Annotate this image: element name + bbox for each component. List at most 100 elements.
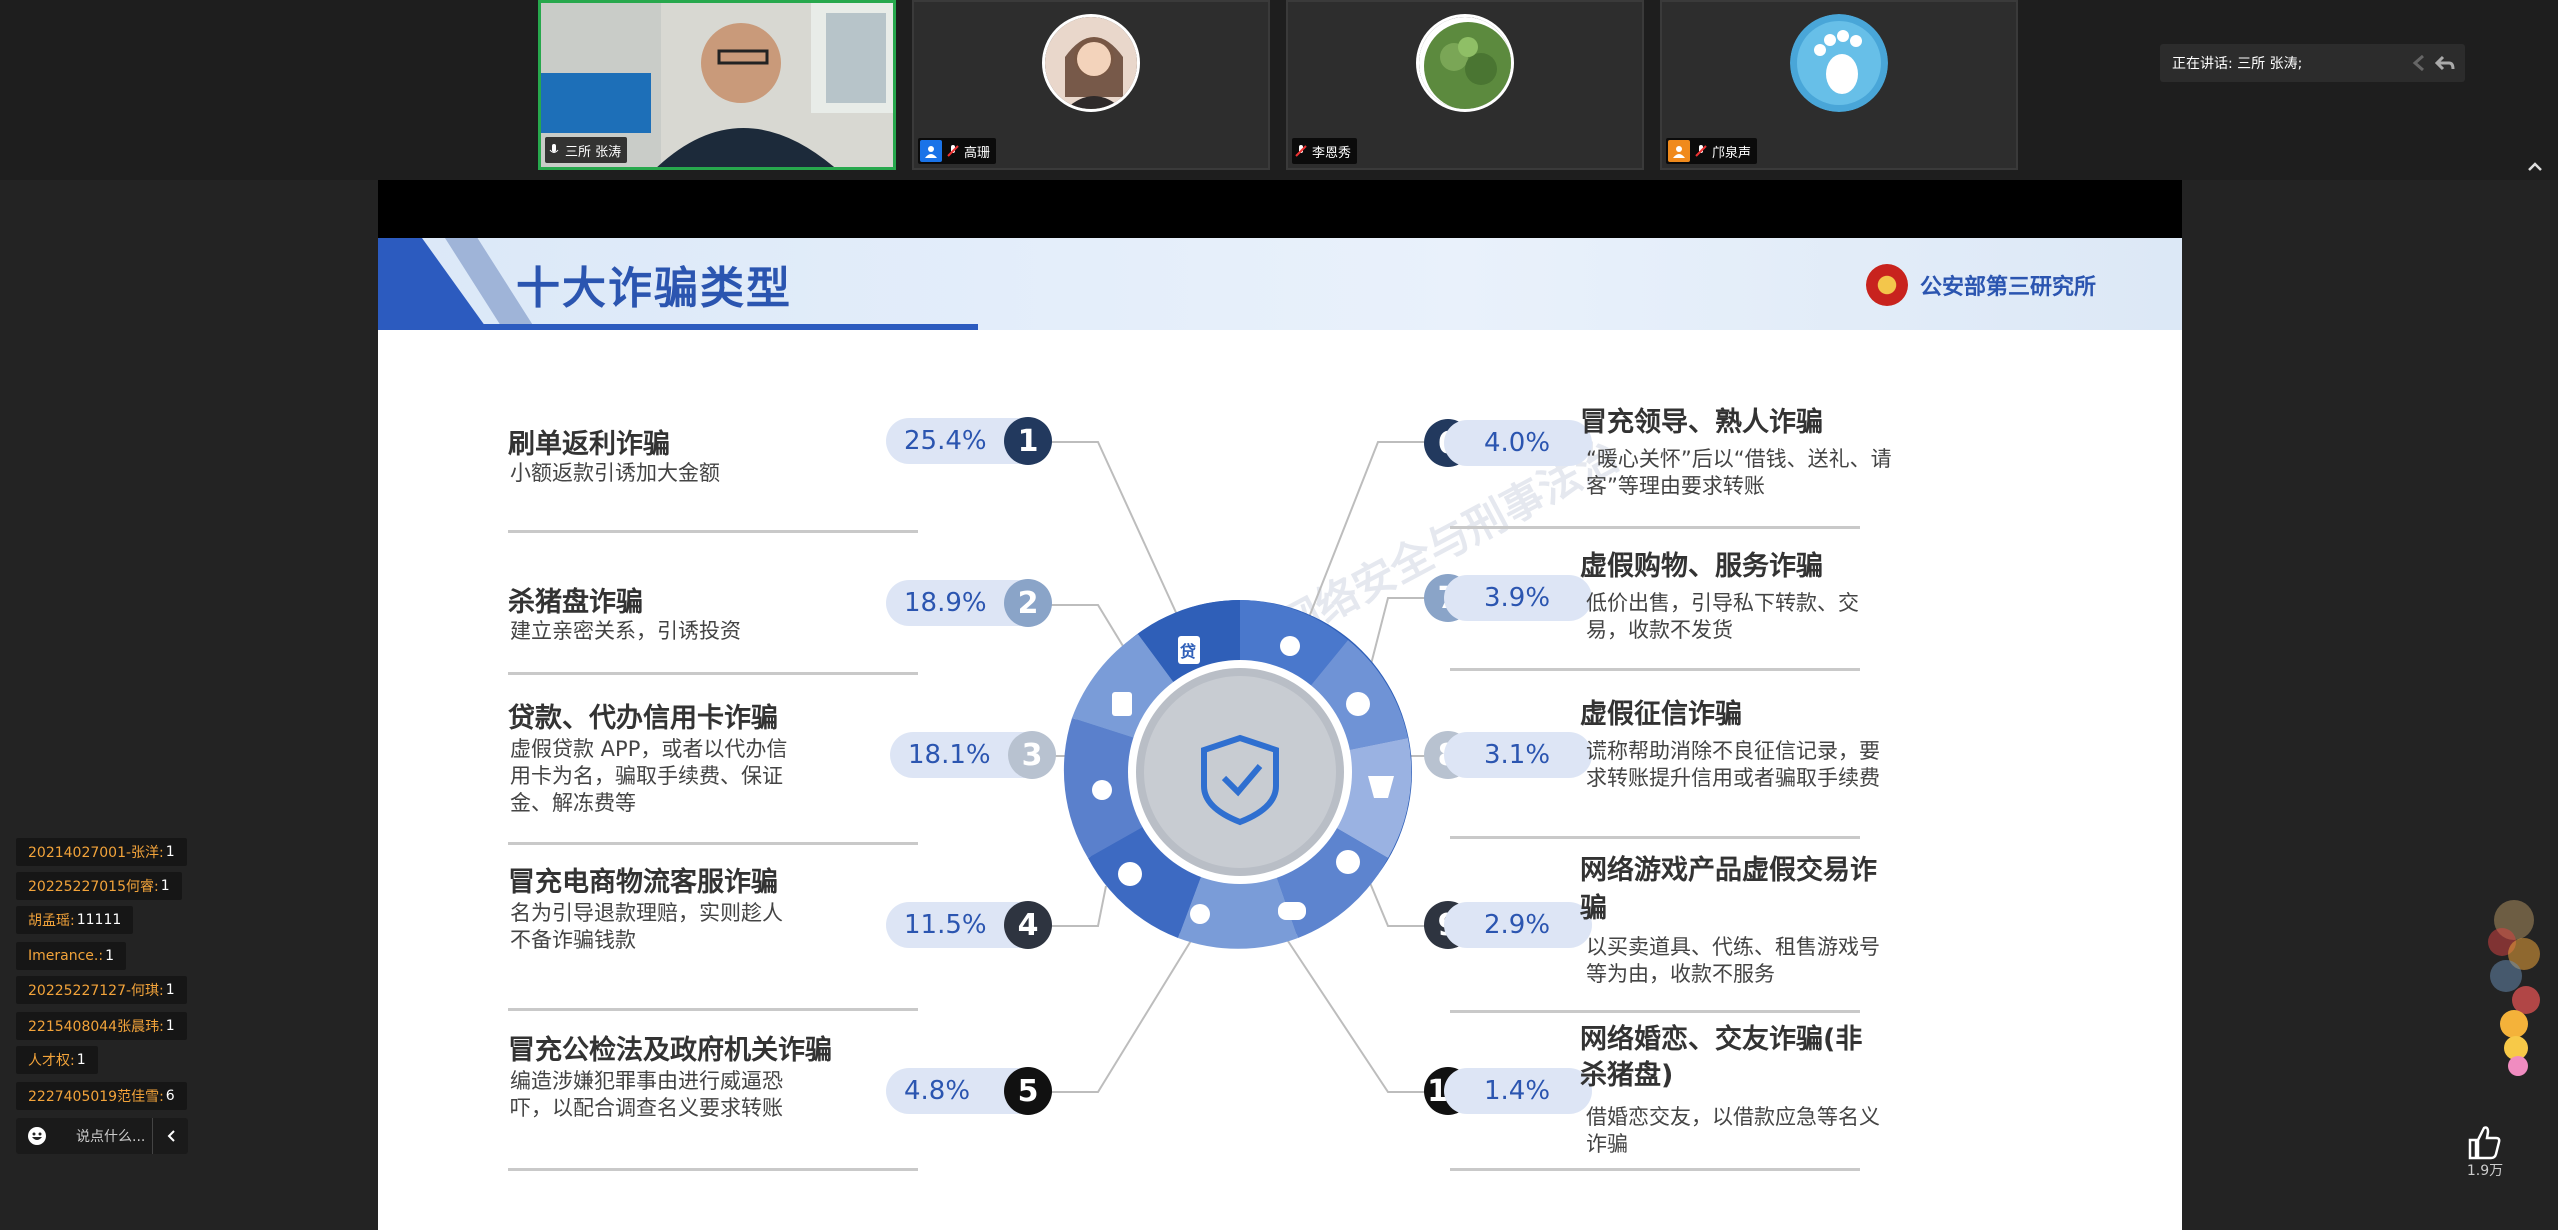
chat-user: 20214027001-张洋:: [28, 845, 164, 861]
item-10-desc: 借婚恋交友，以借款应急等名义诈骗: [1586, 1105, 1880, 1156]
participant-namebar: 高珊: [918, 138, 997, 164]
reply-icon[interactable]: [2433, 52, 2455, 74]
item-7-pct: 3.9%: [1444, 575, 1592, 621]
avatar-photo: [1045, 17, 1137, 109]
participant-tile-4[interactable]: 邝泉声: [1660, 0, 2018, 170]
chat-message: 2215408044张晨玮: 1: [16, 1012, 187, 1040]
item-5-title: 冒充公检法及政府机关诈骗: [508, 1035, 832, 1066]
item-6-title: 冒充领导、熟人诈骗: [1580, 407, 1823, 438]
microphone-icon: [549, 144, 559, 153]
item-2-desc: 建立亲密关系，引诱投资: [510, 619, 741, 643]
item-9-pct: 2.9%: [1444, 902, 1592, 948]
item-8-desc: 谎称帮助消除不良征信记录，要求转账提升信用或者骗取手续费: [1586, 739, 1880, 790]
item-9-title: 网络游戏产品虚假交易诈骗: [1580, 855, 1877, 924]
chat-user: 20225227015何睿:: [28, 879, 159, 895]
participants-bar: [0, 0, 2558, 181]
floating-reactions: [2488, 900, 2540, 1076]
speaking-indicator: 正在讲话: 三所 张涛;: [2160, 44, 2465, 82]
chat-user: 人才权:: [28, 1053, 75, 1069]
divider: [1450, 1168, 1860, 1171]
chat-user: 胡孟瑶:: [28, 913, 75, 929]
chat-user: 20225227127-何琪:: [28, 983, 164, 999]
chat-text: 6: [165, 1088, 175, 1104]
divider: [1450, 526, 1860, 529]
emoji-icon[interactable]: [26, 1125, 48, 1147]
chat-user: 2215408044张晨玮:: [28, 1019, 164, 1035]
chat-message: 胡孟瑶: 11111: [16, 906, 134, 934]
chat-message: 20225227015何睿: 1: [16, 872, 182, 900]
like-count: 1.9万: [2466, 1163, 2504, 1179]
chat-message: 2227405019范佳雪: 6: [16, 1082, 187, 1110]
chat-user: Imerance.:: [28, 948, 104, 964]
item-3-num: 3: [1008, 731, 1056, 779]
participant-tile-3[interactable]: 李恩秀: [1286, 0, 1644, 170]
shared-slide: 十大诈骗类型 公安部第三研究所 网络安全与刑事法治 贷 刷单返利诈骗 小额返款引…: [378, 238, 2182, 1230]
user-icon: [1668, 140, 1690, 162]
divider: [508, 530, 918, 533]
avatar: [1042, 14, 1140, 112]
microphone-muted-icon: [947, 145, 959, 157]
participant-namebar: 李恩秀: [1292, 138, 1358, 164]
chevron-left-icon[interactable]: [164, 1128, 180, 1144]
participant-tile-2[interactable]: 高珊: [912, 0, 1270, 170]
item-10-title: 网络婚恋、交友诈骗(非杀猪盘): [1580, 1024, 1863, 1091]
item-4-num: 4: [1004, 901, 1052, 949]
divider: [1450, 1010, 1860, 1013]
slide-letterbox: [378, 180, 2182, 238]
participant-name: 高珊: [964, 145, 991, 161]
microphone-muted-icon: [1295, 145, 1307, 157]
item-9-desc: 以买卖道具、代练、租售游戏号等为由，收款不服务: [1586, 935, 1880, 986]
chat-text: 1: [165, 1018, 175, 1034]
participant-name: 李恩秀: [1312, 145, 1352, 161]
chat-message: 20225227127-何琪: 1: [16, 976, 187, 1004]
divider: [1450, 668, 1860, 671]
avatar: [1416, 14, 1514, 112]
participant-namebar: 邝泉声: [1666, 138, 1758, 164]
chat-message: 20214027001-张洋: 1: [16, 838, 187, 866]
item-8-pct: 3.1%: [1444, 732, 1592, 778]
participant-tile-1[interactable]: 三所 张涛: [538, 0, 896, 170]
chat-text: 1: [76, 1052, 86, 1068]
item-3-title: 贷款、代办信用卡诈骗: [508, 703, 778, 734]
item-5-num: 5: [1004, 1067, 1052, 1115]
item-4-title: 冒充电商物流客服诈骗: [508, 867, 778, 898]
prev-page-icon[interactable]: [2409, 52, 2431, 74]
microphone-muted-icon: [1695, 145, 1707, 157]
divider: [508, 1008, 918, 1011]
participant-namebar: 三所 张涛: [545, 137, 628, 163]
chat-message: 人才权: 1: [16, 1046, 98, 1074]
item-1-title: 刷单返利诈骗: [508, 429, 670, 460]
item-4-desc: 名为引导退款理赔，实则趁人不备诈骗钱款: [510, 901, 783, 952]
item-6-desc: “暖心关怀”后以“借钱、送礼、请客”等理由要求转账: [1586, 447, 1892, 498]
user-icon: [920, 140, 942, 162]
item-7-title: 虚假购物、服务诈骗: [1580, 551, 1823, 582]
chat-text: 1: [165, 982, 175, 998]
item-1-desc: 小额返款引诱加大金额: [510, 461, 720, 485]
participant-name: 三所 张涛: [565, 144, 622, 160]
participant-name: 邝泉声: [1712, 145, 1752, 161]
chat-input[interactable]: 说点什么...: [76, 1126, 145, 1146]
chat-input-bar[interactable]: 说点什么...: [16, 1118, 188, 1154]
item-8-title: 虚假征信诈骗: [1580, 699, 1742, 730]
chat-text: 1: [160, 878, 170, 894]
item-1-num: 1: [1004, 417, 1052, 465]
item-2-title: 杀猪盘诈骗: [508, 587, 643, 618]
speaking-label: 正在讲话: 三所 张涛;: [2172, 56, 2303, 72]
chat-text: 11111: [76, 912, 122, 928]
item-10-pct: 1.4%: [1444, 1068, 1592, 1114]
item-2-num: 2: [1004, 579, 1052, 627]
avatar: [1790, 14, 1888, 112]
item-3-desc: 虚假贷款 APP，或者以代办信用卡为名，骗取手续费、保证金、解冻费等: [510, 737, 788, 815]
collapse-chevron-up-icon[interactable]: [2524, 156, 2546, 178]
item-7-desc: 低价出售，引导私下转款、交易，收款不发货: [1586, 591, 1859, 642]
chat-text: 1: [105, 948, 114, 964]
like-thumb-icon[interactable]: [2462, 1120, 2506, 1164]
chat-message: Imerance.: 1: [16, 942, 126, 970]
chat-user: 2227405019范佳雪:: [28, 1089, 164, 1105]
chat-text: 1: [165, 844, 175, 860]
item-5-desc: 编造涉嫌犯罪事由进行威逼恐吓，以配合调查名义要求转账: [510, 1069, 783, 1120]
avatar-photo: [1419, 17, 1511, 109]
divider: [508, 672, 918, 675]
loan-icon: 贷: [1180, 642, 1197, 661]
divider: [1450, 836, 1860, 839]
